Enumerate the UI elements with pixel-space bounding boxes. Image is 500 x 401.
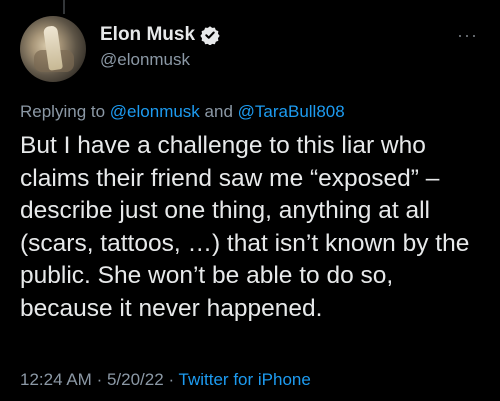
reply-mention-tarabull808[interactable]: @TaraBull808	[238, 102, 345, 121]
avatar[interactable]	[20, 16, 86, 82]
tweet-date[interactable]: 5/20/22	[107, 370, 164, 389]
replying-to-line: Replying to @elonmusk and @TaraBull808	[20, 102, 480, 122]
reply-mention-elonmusk[interactable]: @elonmusk	[110, 102, 200, 121]
display-name[interactable]: Elon Musk	[100, 24, 195, 46]
replying-to-prefix: Replying to	[20, 102, 106, 121]
tweet: Elon Musk @elonmusk ··· Replying to @elo…	[0, 0, 500, 401]
more-horizontal-icon[interactable]: ···	[457, 26, 478, 44]
meta-separator: ·	[168, 370, 175, 389]
user-info: Elon Musk @elonmusk	[100, 24, 220, 70]
verified-badge-icon	[200, 25, 220, 46]
tweet-meta: 12:24 AM · 5/20/22 · Twitter for iPhone	[20, 370, 311, 390]
meta-separator: ·	[96, 370, 103, 389]
user-handle[interactable]: @elonmusk	[100, 50, 220, 70]
tweet-time[interactable]: 12:24 AM	[20, 370, 92, 389]
replying-to-joiner: and	[204, 102, 233, 121]
tweet-header: Elon Musk @elonmusk ···	[20, 16, 480, 88]
name-row: Elon Musk	[100, 24, 220, 46]
tweet-text: But I have a challenge to this liar who …	[20, 132, 470, 322]
tweet-source-link[interactable]: Twitter for iPhone	[179, 370, 311, 389]
